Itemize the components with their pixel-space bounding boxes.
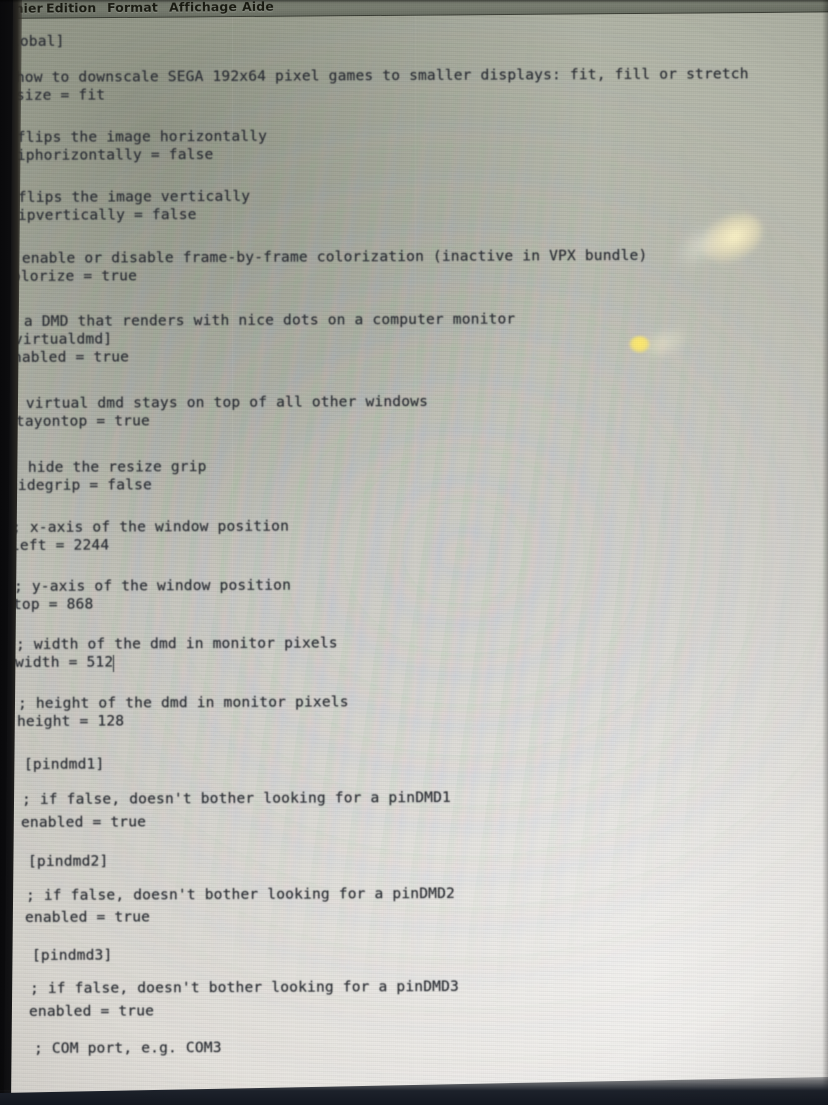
menu-item-format[interactable]: Format [107,0,158,15]
document-line[interactable]: width = 512 [15,654,113,672]
document-line[interactable]: ; if false, doesn't bother looking for a… [26,885,455,905]
document-line[interactable]: enabled = true [25,908,150,927]
document-line[interactable]: ; COM port, e.g. COM3 [34,1039,222,1058]
document-line[interactable]: hidegrip = false [9,476,152,495]
document-line[interactable]: ; hide the resize grip [10,458,207,477]
menu-item-fichier[interactable]: Fichier [0,1,43,16]
text-caret [112,655,115,672]
document-line[interactable]: ; enable or disable frame-by-frame color… [4,247,647,268]
document-line[interactable]: ; a DMD that renders with nice dots on a… [6,311,515,331]
document-line[interactable]: [pindmd1] [24,756,105,774]
document-line[interactable]: height = 128 [17,712,124,731]
menu-item-affichage[interactable]: Affichage [169,0,237,15]
menu-item-edition[interactable]: Edition [46,0,96,15]
monitor-screen: Fichier Edition Format Affichage Aide gl… [0,0,828,1105]
menu-bar[interactable]: Fichier Edition Format Affichage Aide [0,0,828,19]
document-line[interactable]: colorize = true [3,267,137,286]
document-line[interactable]: [virtualdmd] [5,330,112,349]
menu-item-aide[interactable]: Aide [242,0,274,14]
document-line[interactable]: top = 868 [13,596,94,614]
document-line[interactable]: stayontop = true [7,412,150,431]
document-line[interactable]: left = 2244 [11,537,109,555]
document-line[interactable]: [pindmd2] [28,853,109,871]
document-line[interactable]: [pindmd3] [32,947,113,965]
text-editor-document[interactable]: global] ; how to downscale SEGA 192x64 pi… [0,19,828,1069]
document-line[interactable]: enabled = true [4,348,129,367]
document-line[interactable]: enabled = true [21,813,146,832]
document-line[interactable]: ; how to downscale SEGA 192x64 pixel gam… [0,65,749,87]
document-line[interactable]: ; height of the dmd in monitor pixels [18,693,349,713]
document-line[interactable]: resize = fit [0,86,105,105]
document-line[interactable]: ; virtual dmd stays on top of all other … [8,393,428,413]
document-line[interactable]: enabled = true [29,1002,154,1021]
document-line[interactable]: flipvertically = false [0,206,197,225]
document-line[interactable]: ; if false, doesn't bother looking for a… [30,978,459,998]
document-line[interactable]: fliphorizontally = false [0,146,214,165]
photo-of-monitor: Fichier Edition Format Affichage Aide gl… [0,0,828,1105]
document-line[interactable]: ; y-axis of the window position [14,577,291,596]
document-line[interactable]: ; flips the image horizontally [0,128,267,147]
document-line[interactable]: ; width of the dmd in monitor pixels [16,634,338,654]
document-line[interactable]: global] [2,33,65,51]
document-line[interactable]: ; flips the image vertically [0,188,250,207]
document-line[interactable]: ; if false, doesn't bother looking for a… [22,789,451,809]
document-line[interactable]: ; x-axis of the window position [12,518,289,537]
